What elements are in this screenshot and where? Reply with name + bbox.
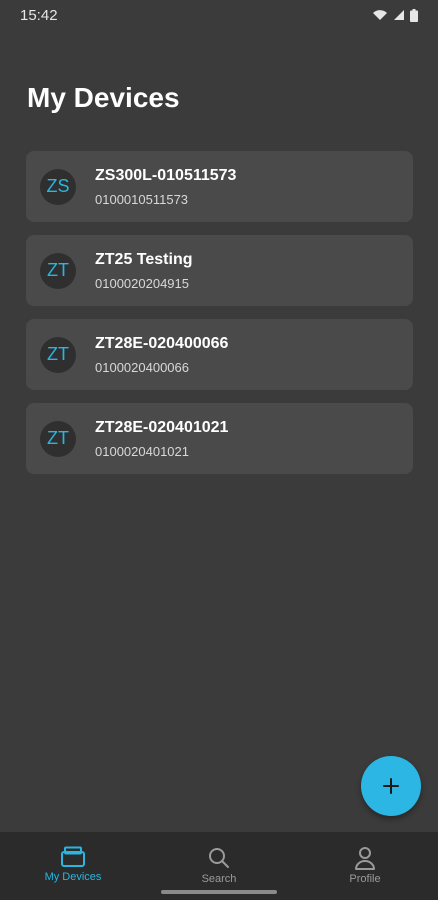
battery-icon [410, 8, 418, 22]
device-serial: 0100020204915 [95, 275, 189, 291]
device-info: ZT28E-020400066 0100020400066 [95, 335, 228, 375]
page-title: My Devices [27, 82, 180, 113]
nav-item-profile[interactable]: Profile [292, 832, 438, 900]
device-name: ZT28E-020401021 [95, 418, 229, 436]
device-card[interactable]: ZT ZT25 Testing 0100020204915 [26, 235, 413, 306]
device-name: ZT25 Testing [95, 250, 193, 268]
nav-label: My Devices [44, 871, 102, 883]
person-icon [355, 847, 375, 870]
device-list: ZS ZS300L-010511573 0100010511573 ZT ZT2… [26, 151, 413, 487]
device-serial: 0100020401021 [95, 443, 189, 459]
nav-item-my-devices[interactable]: My Devices [0, 832, 146, 900]
device-info: ZS300L-010511573 0100010511573 [95, 167, 236, 207]
device-avatar: ZS [40, 168, 76, 205]
home-indicator[interactable] [161, 890, 277, 894]
device-avatar: ZT [40, 336, 76, 373]
device-name: ZT28E-020400066 [95, 334, 229, 352]
device-avatar: ZT [40, 252, 76, 289]
device-info: ZT28E-020401021 0100020401021 [95, 419, 228, 459]
search-icon [209, 848, 229, 868]
plus-icon [383, 778, 399, 794]
device-name: ZS300L-010511573 [95, 166, 237, 184]
add-device-button[interactable] [361, 756, 421, 816]
printer-icon [61, 846, 85, 867]
device-card[interactable]: ZT ZT28E-020401021 0100020401021 [26, 403, 413, 474]
status-bar: 15:42 [0, 0, 438, 30]
status-time: 15:42 [20, 6, 58, 24]
device-serial: 0100020400066 [95, 359, 189, 375]
device-avatar: ZT [40, 420, 76, 457]
signal-icon [394, 10, 404, 20]
status-icons [372, 8, 418, 22]
device-card[interactable]: ZT ZT28E-020400066 0100020400066 [26, 319, 413, 390]
device-serial: 0100010511573 [95, 191, 189, 207]
wifi-icon [373, 10, 387, 20]
nav-label: Profile [349, 873, 381, 885]
device-info: ZT25 Testing 0100020204915 [95, 251, 193, 291]
nav-label: Search [201, 873, 237, 885]
device-card[interactable]: ZS ZS300L-010511573 0100010511573 [26, 151, 413, 222]
